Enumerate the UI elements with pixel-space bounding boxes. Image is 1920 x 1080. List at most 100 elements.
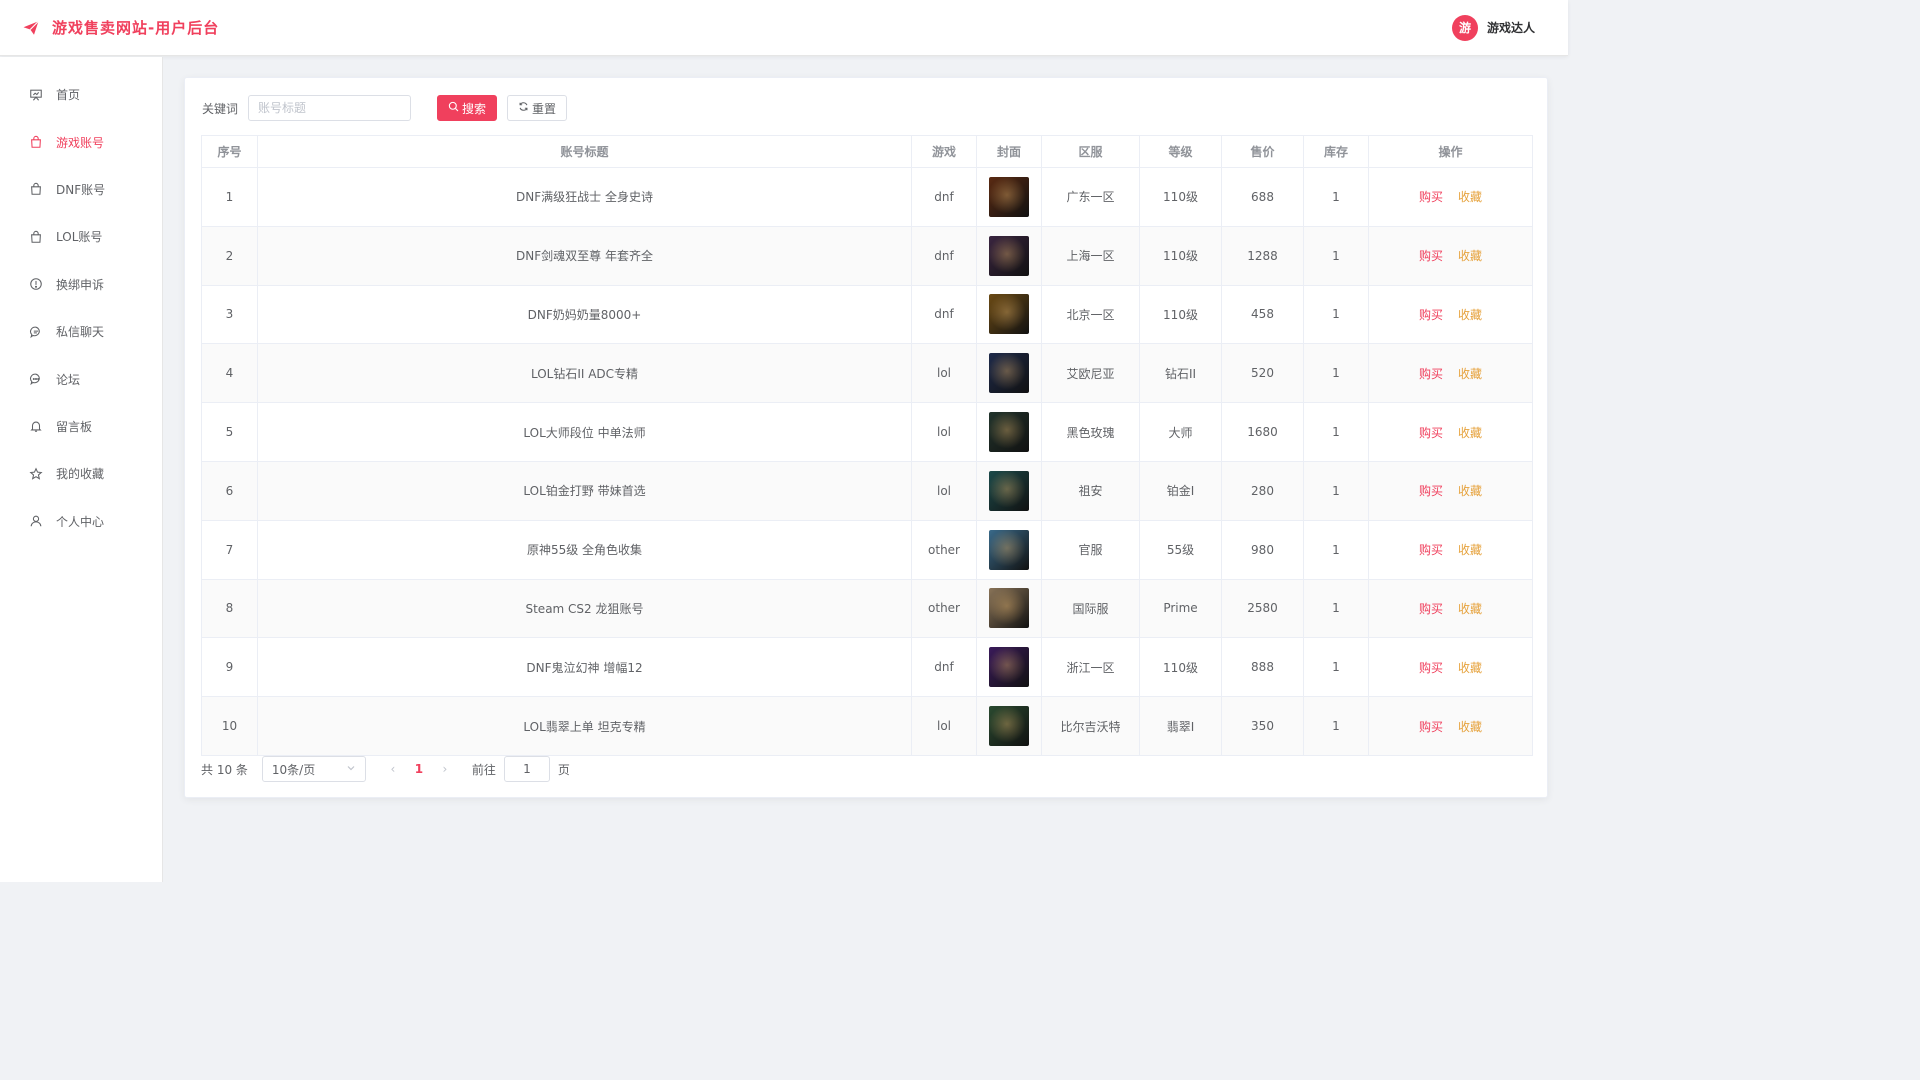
favorite-button[interactable]: 收藏 [1458,426,1482,440]
cell-level: 大师 [1139,402,1222,462]
favorite-button[interactable]: 收藏 [1458,367,1482,381]
buy-button[interactable]: 购买 [1419,249,1443,263]
buy-button[interactable]: 购买 [1419,190,1443,204]
buy-button[interactable]: 购买 [1419,602,1443,616]
sidebar-item-label: 私信聊天 [56,325,105,340]
sidebar-item-game-accounts[interactable]: 游戏账号 [0,118,162,165]
cell-stock: 1 [1303,519,1369,580]
sidebar-item-label: 游戏账号 [56,135,105,150]
cover-image[interactable] [989,529,1029,570]
chevron-down-icon [346,762,356,776]
cell-no: 3 [201,284,258,345]
page-number[interactable]: 1 [406,762,432,776]
cell-price: 280 [1221,460,1304,521]
sidebar-item-message-board[interactable]: 留言板 [0,403,162,450]
cover-image[interactable] [989,412,1029,453]
sidebar-item-label: 留言板 [56,419,93,434]
buy-button[interactable]: 购买 [1419,484,1443,498]
table-row: 2 DNF剑魂双至尊 年套齐全 dnf 上海一区 110级 1288 1 购买 收藏 [201,225,1533,286]
buy-button[interactable]: 购买 [1419,308,1443,322]
sidebar-item-home[interactable]: 首页 [0,71,162,118]
sidebar-item-forum[interactable]: 论坛 [0,355,162,402]
cell-stock: 1 [1303,578,1369,639]
favorite-button[interactable]: 收藏 [1458,190,1482,204]
column-header[interactable]: 库存 [1303,135,1369,168]
cover-image[interactable] [989,470,1029,511]
page-size-select[interactable]: 10条/页 [261,756,366,782]
cell-game: dnf [911,225,977,286]
cover-image[interactable] [989,176,1029,217]
favorite-button[interactable]: 收藏 [1458,249,1482,263]
sidebar-item-favorites[interactable]: 我的收藏 [0,450,162,497]
total-count: 共 10 条 [201,762,248,777]
column-header[interactable]: 序号 [201,135,258,168]
buy-button[interactable]: 购买 [1419,367,1443,381]
cell-server: 比尔吉沃特 [1041,696,1140,756]
cover-image[interactable] [989,588,1029,629]
buy-button[interactable]: 购买 [1419,426,1443,440]
search-button[interactable]: 搜索 [437,95,498,121]
column-header[interactable]: 售价 [1221,135,1304,168]
cell-level: 铂金I [1139,460,1222,521]
top-header: 游戏售卖网站-用户后台 游 游戏达人 [0,0,1568,56]
buy-button[interactable]: 购买 [1419,543,1443,557]
chat-icon [28,324,43,339]
cover-image[interactable] [989,294,1029,335]
table-row: 8 Steam CS2 龙狙账号 other 国际服 Prime 2580 1 购买 收藏 [201,578,1533,639]
sidebar-item-profile[interactable]: 个人中心 [0,498,162,545]
cell-server: 艾欧尼亚 [1041,343,1140,404]
buy-button[interactable]: 购买 [1419,720,1443,734]
next-page-button[interactable]: › [432,762,458,776]
cover-cell [976,343,1042,404]
cell-title: LOL铂金打野 带妹首选 [257,460,912,521]
cell-price: 980 [1221,519,1304,580]
cover-image[interactable] [989,353,1029,394]
column-header[interactable]: 封面 [976,135,1042,168]
favorite-button[interactable]: 收藏 [1458,602,1482,616]
app-title: 游戏售卖网站-用户后台 [52,19,220,37]
cover-image[interactable] [989,706,1029,747]
sidebar-item-label: DNF账号 [56,182,106,197]
favorite-button[interactable]: 收藏 [1458,308,1482,322]
sidebar-item-chat[interactable]: 私信聊天 [0,308,162,355]
user-menu[interactable]: 游 游戏达人 [1451,14,1535,41]
reset-button-label: 重置 [532,101,557,116]
column-header[interactable]: 区服 [1041,135,1140,168]
presentation-icon [28,87,43,102]
warning-circle-icon [28,277,43,292]
search-bar: 关键词 搜索 重置 [202,95,568,121]
favorite-button[interactable]: 收藏 [1458,543,1482,557]
avatar[interactable]: 游 [1451,14,1478,41]
actions-cell: 购买 收藏 [1368,167,1533,227]
column-header[interactable]: 账号标题 [257,135,912,168]
pagination: 共 10 条 10条/页 ‹ 1 › 前往 页 [201,756,570,782]
actions-cell: 购买 收藏 [1368,696,1533,756]
cell-server: 黑色玫瑰 [1041,402,1140,462]
column-header[interactable]: 等级 [1139,135,1222,168]
cell-title: Steam CS2 龙狙账号 [257,578,912,639]
column-header[interactable]: 游戏 [911,135,977,168]
favorite-button[interactable]: 收藏 [1458,484,1482,498]
sidebar-item-lol-accounts[interactable]: LOL账号 [0,213,162,260]
column-header[interactable]: 操作 [1368,135,1533,168]
buy-button[interactable]: 购买 [1419,661,1443,675]
cell-stock: 1 [1303,225,1369,286]
sidebar-item-label: 换绑申诉 [56,277,105,292]
user-name[interactable]: 游戏达人 [1487,19,1535,36]
cover-image[interactable] [989,647,1029,688]
table-row: 7 原神55级 全角色收集 other 官服 55级 980 1 购买 收藏 [201,519,1533,580]
keyword-input[interactable] [248,95,412,121]
reset-button[interactable]: 重置 [507,95,568,121]
cell-server: 官服 [1041,519,1140,580]
sidebar-item-dnf-accounts[interactable]: DNF账号 [0,166,162,213]
cell-level: 110级 [1139,225,1222,286]
cover-image[interactable] [989,235,1029,276]
prev-page-button[interactable]: ‹ [380,762,406,776]
sidebar-item-appeal[interactable]: 换绑申诉 [0,261,162,308]
cell-server: 上海一区 [1041,225,1140,286]
goto-page-input[interactable] [503,756,550,782]
favorite-button[interactable]: 收藏 [1458,720,1482,734]
favorite-button[interactable]: 收藏 [1458,661,1482,675]
cell-price: 350 [1221,696,1304,756]
chat-dots-icon [28,372,43,387]
